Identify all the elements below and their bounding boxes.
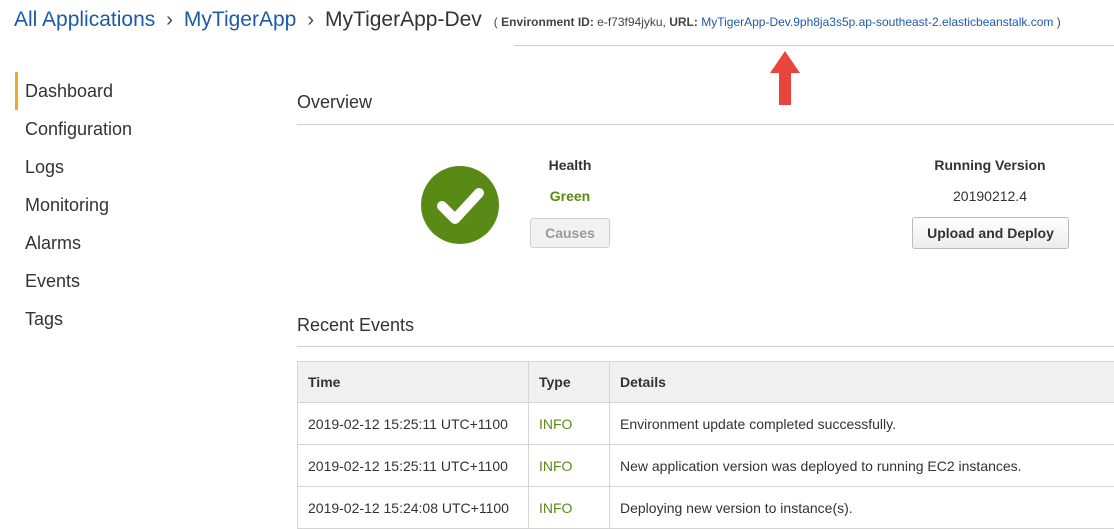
- header-divider: [514, 45, 1114, 46]
- overview-title: Overview: [297, 92, 372, 113]
- sidebar-item-monitoring[interactable]: Monitoring: [15, 186, 215, 224]
- event-details: Environment update completed successfull…: [610, 403, 1114, 445]
- event-type: INFO: [529, 445, 610, 487]
- chevron-right-icon: ›: [307, 9, 314, 32]
- chevron-right-icon: ›: [166, 9, 173, 32]
- red-arrow-up-icon: [770, 51, 800, 109]
- health-status: Green: [510, 188, 630, 204]
- table-row: 2019-02-12 15:25:11 UTC+1100 INFO Enviro…: [298, 403, 1114, 445]
- running-version-value: 20190212.4: [900, 188, 1080, 204]
- breadcrumb-environment: MyTigerApp-Dev: [325, 8, 482, 32]
- events-table: Time Type Details 2019-02-12 15:25:11 UT…: [297, 361, 1114, 529]
- sidebar-nav: Dashboard Configuration Logs Monitoring …: [15, 72, 215, 338]
- upload-and-deploy-button[interactable]: Upload and Deploy: [912, 217, 1069, 249]
- recent-events-title: Recent Events: [297, 315, 414, 336]
- causes-button[interactable]: Causes: [530, 218, 610, 248]
- breadcrumb-all-applications[interactable]: All Applications: [14, 8, 155, 32]
- health-label: Health: [510, 157, 630, 173]
- event-time: 2019-02-12 15:24:08 UTC+1100: [298, 487, 529, 529]
- sidebar-item-alarms[interactable]: Alarms: [15, 224, 215, 262]
- column-header-time[interactable]: Time: [298, 362, 529, 403]
- overview-divider: [297, 124, 1114, 125]
- event-type: INFO: [529, 487, 610, 529]
- event-details: Deploying new version to instance(s).: [610, 487, 1114, 529]
- sidebar-item-logs[interactable]: Logs: [15, 148, 215, 186]
- table-header-row: Time Type Details: [298, 362, 1114, 403]
- event-time: 2019-02-12 15:25:11 UTC+1100: [298, 403, 529, 445]
- recent-events-divider: [297, 346, 1114, 347]
- environment-info: ( Environment ID: e-f73f94jyku, URL: MyT…: [494, 15, 1061, 29]
- sidebar-item-dashboard[interactable]: Dashboard: [15, 72, 215, 110]
- env-id-value: e-f73f94jyku: [597, 15, 662, 29]
- table-row: 2019-02-12 15:25:11 UTC+1100 INFO New ap…: [298, 445, 1114, 487]
- breadcrumb: All Applications › MyTigerApp › MyTigerA…: [14, 8, 1061, 38]
- breadcrumb-app[interactable]: MyTigerApp: [184, 8, 296, 32]
- sidebar-item-configuration[interactable]: Configuration: [15, 110, 215, 148]
- event-time: 2019-02-12 15:25:11 UTC+1100: [298, 445, 529, 487]
- running-version-label: Running Version: [900, 157, 1080, 173]
- url-label: URL:: [669, 15, 698, 29]
- column-header-details[interactable]: Details: [610, 362, 1114, 403]
- table-row: 2019-02-12 15:24:08 UTC+1100 INFO Deploy…: [298, 487, 1114, 529]
- column-header-type[interactable]: Type: [529, 362, 610, 403]
- event-type: INFO: [529, 403, 610, 445]
- env-id-label: Environment ID:: [501, 15, 594, 29]
- event-details: New application version was deployed to …: [610, 445, 1114, 487]
- check-circle-icon: [421, 166, 499, 244]
- sidebar-item-events[interactable]: Events: [15, 262, 215, 300]
- environment-url-link[interactable]: MyTigerApp-Dev.9ph8ja3s5p.ap-southeast-2…: [701, 15, 1053, 29]
- sidebar-item-tags[interactable]: Tags: [15, 300, 215, 338]
